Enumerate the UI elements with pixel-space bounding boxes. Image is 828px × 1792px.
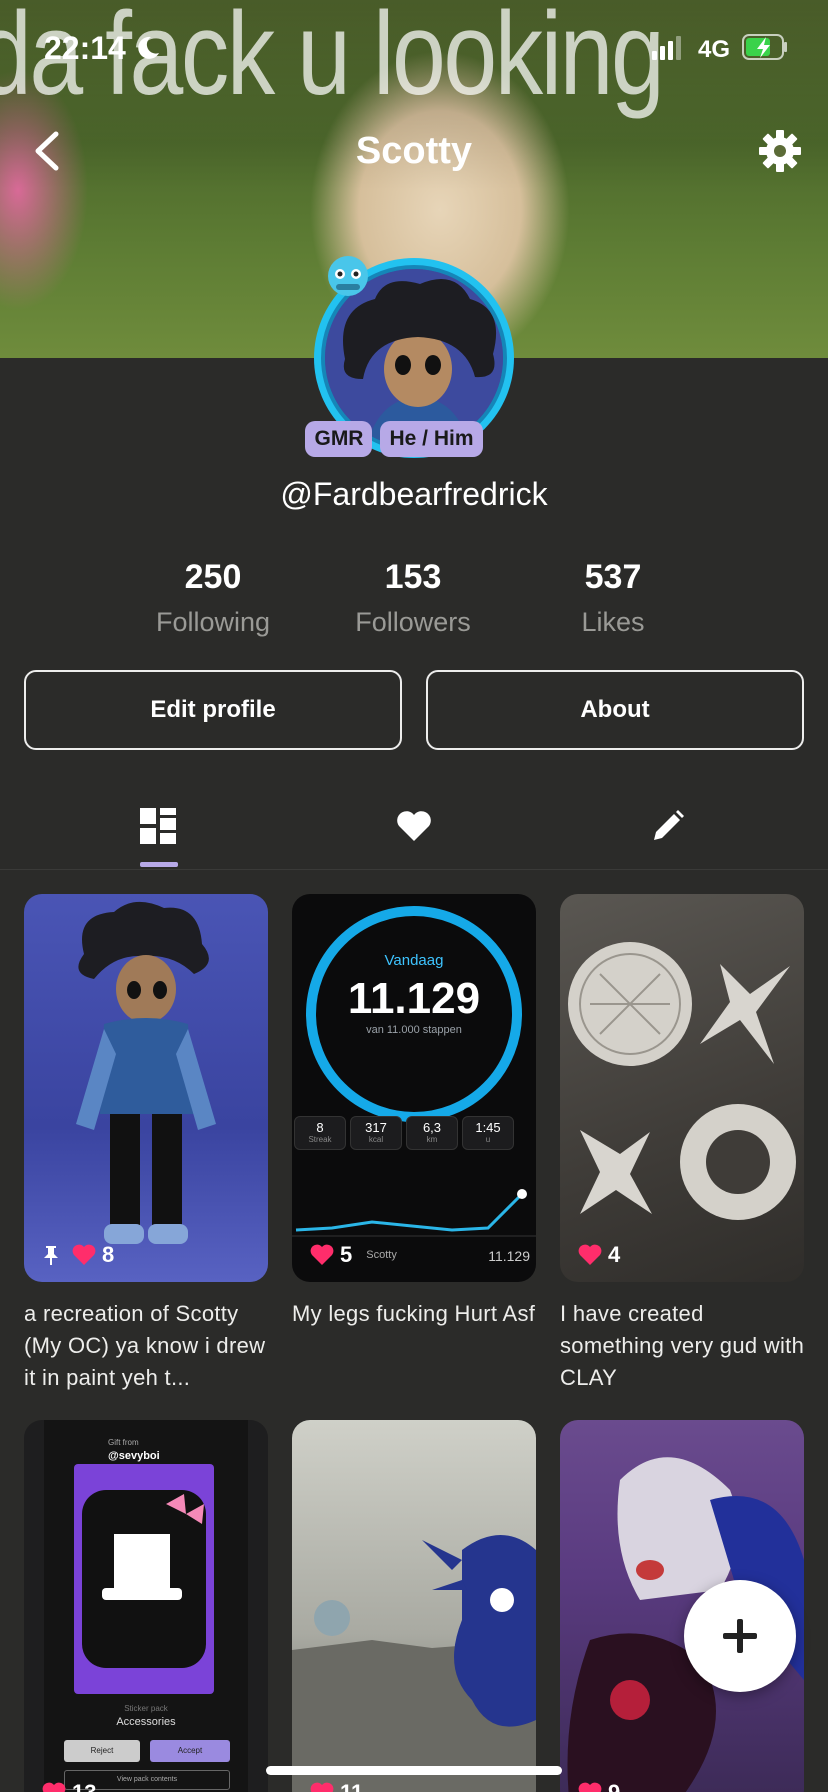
post-meta: 4 [560, 1242, 620, 1268]
tab-drafts[interactable] [638, 796, 698, 856]
moon-icon [138, 36, 159, 59]
grid-icon [140, 808, 176, 844]
steps-footer-value: 11.129 [488, 1248, 530, 1264]
stat-following-label: Following [155, 607, 271, 637]
create-post-button[interactable] [684, 1580, 796, 1692]
stat-following[interactable]: 250 Following [113, 558, 313, 638]
post-meta: 9 [560, 1780, 620, 1792]
heart-icon [578, 1244, 602, 1265]
stat-tile-label: Streak [308, 1135, 332, 1144]
tab-selected-indicator [140, 862, 178, 867]
like-count: 8 [102, 1242, 115, 1267]
like-count: 5 [340, 1242, 353, 1267]
settings-gear-icon[interactable] [757, 128, 803, 174]
post-thumbnail-image [568, 942, 796, 1220]
steps-footer-name: Scotty [366, 1249, 397, 1261]
pin-icon [44, 1246, 58, 1265]
stat-likes-label: Likes [581, 607, 645, 637]
stat-tile: 8 Streak [294, 1116, 346, 1150]
stat-tile-label: u [485, 1135, 491, 1144]
post-thumbnail-image [76, 901, 216, 1244]
like-count: 11 [340, 1780, 363, 1792]
stat-tile-value: 8 [316, 1120, 324, 1135]
profile-tabs [0, 782, 828, 870]
plus-icon [723, 1619, 757, 1653]
stat-tile-value: 1:45 [475, 1120, 501, 1135]
stat-likes-value: 537 [584, 558, 642, 596]
steps-value: 11.129 [347, 974, 481, 1023]
badge-gmr: GMR [305, 421, 373, 457]
stat-tile-value: 317 [365, 1120, 387, 1135]
stat-following-value: 250 [184, 558, 242, 596]
like-count: 4 [608, 1242, 621, 1267]
post-card[interactable]: Gift from @sevyboi Sticker pack Accessor… [24, 1420, 268, 1792]
post-meta: 5 Scotty [292, 1242, 397, 1268]
steps-goal: van 11.000 stappen [366, 1024, 462, 1036]
pack-name: Accessories [116, 1716, 176, 1728]
post-meta: 11 [292, 1780, 363, 1792]
stat-tile-label: kcal [368, 1135, 384, 1144]
signal-icon [652, 36, 681, 60]
post-meta: 8 [24, 1242, 114, 1268]
stat-followers-label: Followers [355, 607, 471, 637]
badge-pronouns: He / Him [380, 421, 483, 457]
pack-label: Sticker pack [124, 1704, 168, 1713]
post-meta: 13 [24, 1780, 96, 1792]
stat-tile: 6,3 km [406, 1116, 458, 1150]
network-type: 4G [698, 36, 731, 63]
about-button[interactable]: About [426, 670, 804, 750]
pencil-icon [654, 810, 684, 840]
edit-profile-button[interactable]: Edit profile [24, 670, 402, 750]
username: @Fardbearfredrick [280, 476, 548, 512]
post-card[interactable]: 11 [292, 1420, 536, 1792]
avatar-sticker-icon [328, 256, 368, 296]
profile-badges: GMR He / Him [0, 421, 828, 457]
stat-tile-value: 6,3 [422, 1120, 442, 1135]
battery-icon [742, 34, 787, 60]
gift-username: @sevyboi [108, 1450, 160, 1462]
post-caption[interactable]: a recreation of Scotty (My OC) ya know i… [24, 1298, 274, 1394]
post-thumbnail-image [292, 1535, 536, 1792]
status-bar: 22:14 4G [0, 0, 828, 100]
page-title: Scotty [355, 130, 473, 172]
stat-followers[interactable]: 153 Followers [313, 558, 513, 638]
gift-from-label: Gift from [108, 1438, 139, 1447]
heart-icon [72, 1244, 96, 1265]
heart-icon [578, 1782, 602, 1792]
status-time: 22:14 [44, 30, 126, 66]
heart-icon [310, 1782, 334, 1792]
post-card[interactable]: 4 [560, 894, 804, 1282]
stat-followers-value: 153 [384, 558, 442, 596]
heart-icon [397, 811, 431, 841]
post-card[interactable]: Vandaag 11.129 van 11.000 stappen 8 Strea… [292, 894, 536, 1282]
steps-chart [292, 1189, 536, 1237]
stat-likes[interactable]: 537 Likes [513, 558, 713, 638]
tab-liked[interactable] [384, 796, 444, 856]
like-count: 9 [608, 1780, 620, 1792]
stat-tile-label: km [426, 1135, 438, 1144]
post-card[interactable]: 8 [24, 894, 268, 1282]
home-indicator[interactable] [266, 1766, 562, 1775]
steps-today-label: Vandaag [384, 952, 444, 969]
stat-tile: 317 kcal [350, 1116, 402, 1150]
reject-button: Reject [64, 1740, 140, 1762]
accept-button: Accept [150, 1740, 230, 1762]
post-caption[interactable]: My legs fucking Hurt Asf [292, 1298, 542, 1330]
stat-tile: 1:45 u [462, 1116, 514, 1150]
tab-posts[interactable] [128, 796, 188, 856]
post-caption[interactable]: I have created something very gud with C… [560, 1298, 810, 1394]
sticker-pack-image [74, 1464, 214, 1694]
like-count: 13 [72, 1780, 96, 1792]
heart-icon [310, 1244, 334, 1265]
heart-icon [42, 1782, 66, 1792]
